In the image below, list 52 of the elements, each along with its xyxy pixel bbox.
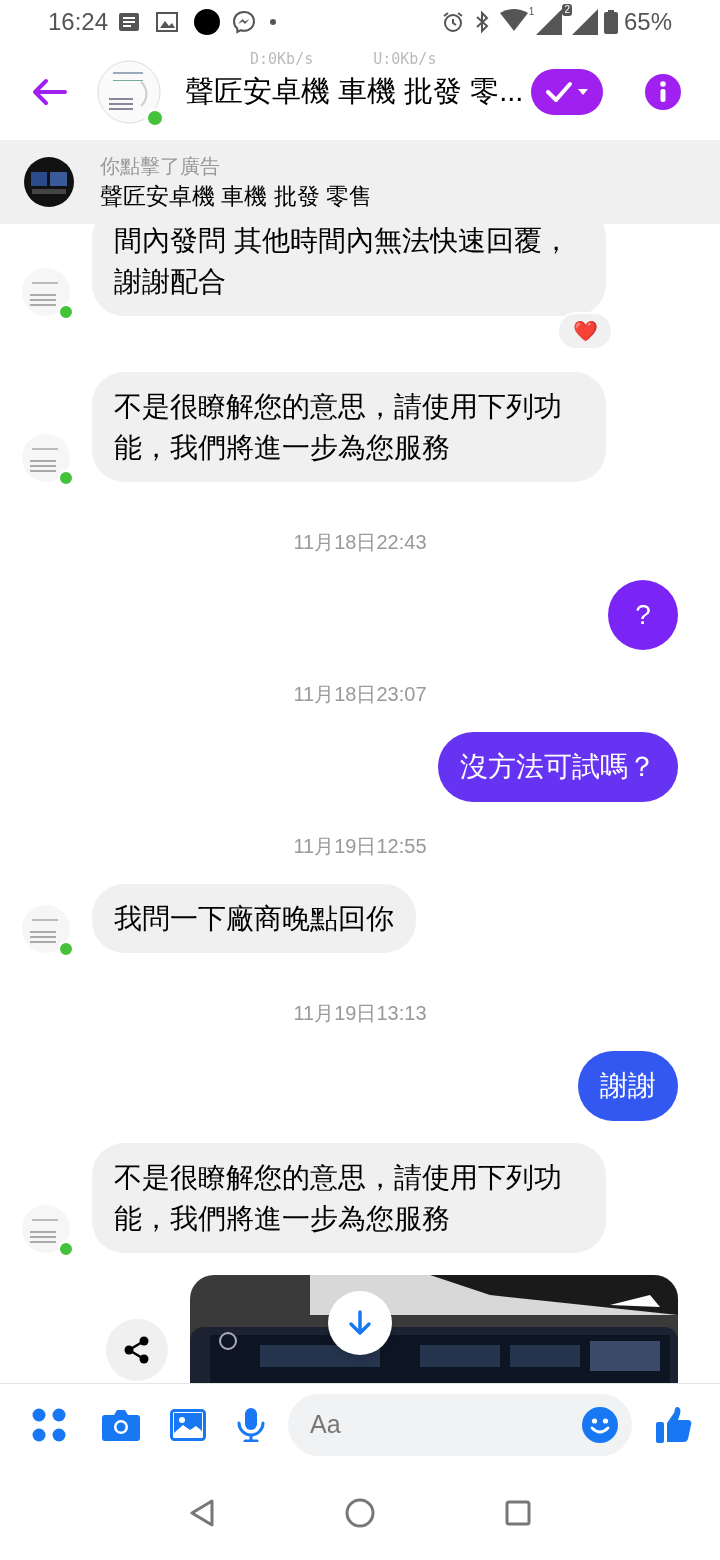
dot-icon — [194, 9, 221, 35]
ad-avatar-drawing — [24, 157, 74, 207]
apps-icon[interactable] — [32, 1407, 66, 1442]
battery-percent: 65% — [623, 7, 672, 37]
upload-speed: U:0Kb/s — [373, 49, 437, 70]
notification-icon — [118, 12, 141, 32]
chat-title: 聲匠安卓機 車機 批發 零... — [185, 74, 525, 110]
ad-caption: 你點擊了廣告 — [100, 154, 221, 179]
message-bubble: 謝謝 — [578, 1051, 678, 1121]
message-field[interactable]: Aa — [288, 1393, 632, 1456]
emoji-icon[interactable] — [582, 1406, 618, 1443]
avatar-drawing — [22, 1205, 70, 1253]
status-time: 16:24 — [48, 7, 109, 37]
avatar-drawing — [97, 60, 161, 124]
dot-icon — [270, 19, 277, 25]
sim-number: 1 — [528, 5, 535, 19]
check-menu-button[interactable] — [531, 69, 603, 115]
signal-icon — [536, 9, 563, 35]
image-icon[interactable] — [170, 1408, 206, 1441]
battery-icon — [603, 10, 618, 34]
check-icon — [545, 81, 573, 103]
message-bubble: 沒方法可試嗎？ — [438, 732, 678, 802]
recents-nav-icon[interactable] — [505, 1499, 531, 1526]
signal-icon — [571, 9, 598, 35]
timestamp: 11月18日22:43 — [293, 530, 427, 555]
timestamp: 11月19日12:55 — [293, 834, 427, 859]
timestamp: 11月19日13:13 — [293, 1001, 427, 1026]
home-nav-icon[interactable] — [345, 1497, 375, 1528]
sim-badge: 2 — [562, 4, 572, 16]
bluetooth-icon — [474, 10, 489, 34]
message-bubble: ? — [608, 580, 678, 650]
camera-icon[interactable] — [102, 1408, 140, 1441]
ad-page-name: 聲匠安卓機 車機 批發 零售 — [100, 182, 373, 211]
avatar-drawing — [22, 905, 70, 953]
avatar-drawing — [22, 434, 70, 482]
reaction-badge: ❤ — [557, 312, 613, 350]
down-arrow-icon — [348, 1310, 372, 1336]
caret-icon — [577, 88, 589, 96]
message-bubble: 不是很瞭解您的意思，請使用下列功能，我們將進一步為您服務 — [92, 372, 606, 482]
message-bubble: 間內發問 其他時間內無法快速回覆，謝謝配合 — [92, 224, 606, 316]
back-nav-icon[interactable] — [189, 1498, 215, 1527]
microphone-icon[interactable] — [236, 1407, 266, 1442]
timestamp: 11月18日23:07 — [293, 682, 427, 707]
download-speed: D:0Kb/s — [250, 49, 314, 70]
image-icon — [156, 12, 179, 32]
info-icon[interactable] — [645, 74, 681, 110]
message-bubble: 不是很瞭解您的意思，請使用下列功能，我們將進一步為您服務 — [92, 1143, 606, 1253]
back-arrow-icon[interactable] — [31, 78, 67, 106]
avatar-drawing — [22, 268, 70, 316]
thumbs-up-icon[interactable] — [656, 1405, 692, 1444]
message-bubble: 我問一下廠商晚點回你 — [92, 884, 416, 953]
chat-icon — [232, 10, 257, 34]
